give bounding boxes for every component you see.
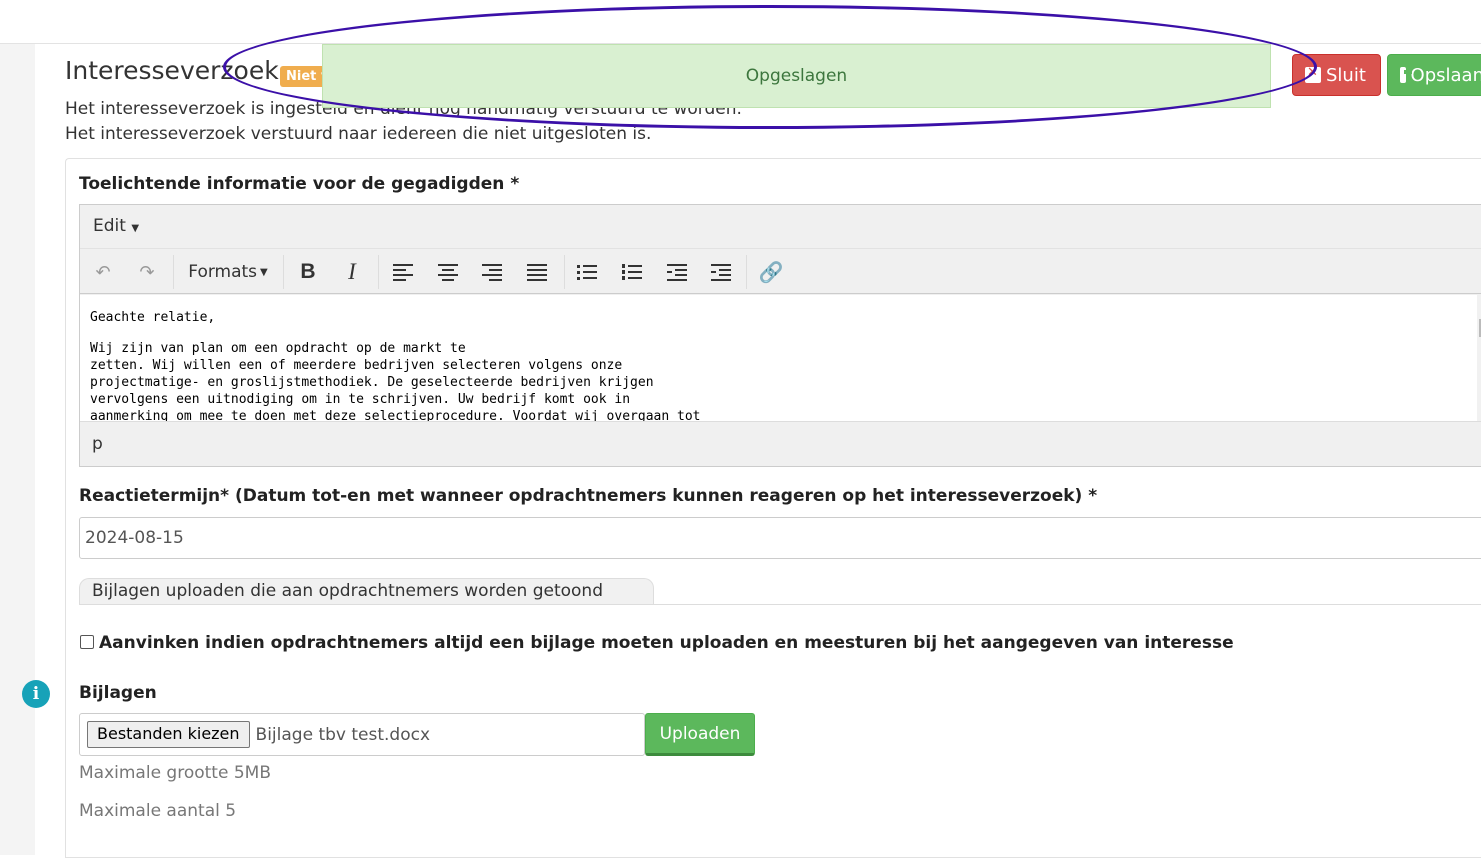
- indent-icon[interactable]: [708, 259, 734, 285]
- saved-notification-text: Opgeslagen: [745, 66, 848, 86]
- undo-icon[interactable]: ↶: [90, 259, 116, 285]
- top-bar: [0, 0, 1481, 44]
- toolbar-separator: [173, 255, 174, 289]
- selected-file-name: Bijlage tbv test.docx: [255, 724, 431, 745]
- toolbar-separator: [746, 255, 747, 289]
- numbered-list-icon[interactable]: [619, 259, 645, 285]
- info-field-label: Toelichtende informatie voor de gegadigd…: [79, 174, 520, 194]
- align-center-icon[interactable]: [435, 259, 461, 285]
- tab-divider: [79, 604, 1481, 605]
- info-icon[interactable]: i: [22, 680, 50, 708]
- outdent-icon[interactable]: [664, 259, 690, 285]
- description-line-2: Het interesseverzoek verstuurd naar iede…: [65, 124, 652, 144]
- menu-edit-label: Edit: [93, 216, 126, 236]
- file-input[interactable]: Bestanden kiezen Bijlage tbv test.docx: [79, 713, 645, 756]
- editor-line: vervolgens een uitnodiging om in te schr…: [90, 392, 631, 407]
- formats-dropdown[interactable]: Formats ▼: [186, 259, 270, 285]
- max-count-hint: Maximale aantal 5: [79, 801, 237, 821]
- max-size-hint: Maximale grootte 5MB: [79, 763, 271, 783]
- reactietermijn-value: 2024-08-15: [85, 528, 184, 548]
- editor-scrollbar[interactable]: [1477, 295, 1481, 421]
- saved-notification: Opgeslagen: [322, 44, 1271, 108]
- toolbar-separator: [283, 255, 284, 289]
- editor-menubar: Edit ▼: [80, 205, 1481, 249]
- toolbar-separator: [564, 255, 565, 289]
- editor-line: aanmerking om mee te doen met deze selec…: [90, 409, 701, 421]
- save-icon: [1400, 67, 1412, 83]
- upload-button-label: Uploaden: [659, 723, 741, 744]
- chevron-down-icon: ▼: [131, 223, 140, 234]
- formats-label: Formats: [188, 262, 258, 282]
- editor-line: Wij zijn van plan om een opdracht op de …: [90, 341, 466, 356]
- editor-paragraph: Geachte relatie,: [90, 310, 216, 325]
- left-gutter: [0, 44, 35, 855]
- editor-line: zetten. Wij willen een of meerdere bedri…: [90, 358, 623, 373]
- editor-content[interactable]: Geachte relatie, Wij zijn van plan om ee…: [80, 295, 1477, 421]
- rich-text-editor: Edit ▼ ↶ ↷ Formats ▼ B I 🔗 Geachte relat…: [79, 204, 1481, 467]
- tab-label: Bijlagen uploaden die aan opdrachtnemers…: [92, 581, 603, 601]
- reactietermijn-label: Reactietermijn* (Datum tot-en met wannee…: [79, 486, 1098, 506]
- close-button[interactable]: Sluit: [1292, 54, 1381, 96]
- toolbar-separator: [378, 255, 379, 289]
- attachments-label: Bijlagen: [79, 683, 157, 703]
- editor-line: projectmatige- en groslijstmethodiek. De…: [90, 375, 654, 390]
- require-attachment-label[interactable]: Aanvinken indien opdrachtnemers altijd e…: [99, 633, 1234, 653]
- chevron-down-icon: ▼: [260, 266, 268, 278]
- editor-statusbar: p: [80, 421, 1481, 467]
- choose-files-button[interactable]: Bestanden kiezen: [87, 721, 250, 748]
- upload-button[interactable]: Uploaden: [645, 713, 755, 756]
- bullet-list-icon[interactable]: [574, 259, 600, 285]
- save-button-label: Opslaan: [1410, 64, 1481, 86]
- close-icon: [1305, 65, 1321, 83]
- tab-bijlagen-uploaden[interactable]: Bijlagen uploaden die aan opdrachtnemers…: [79, 578, 654, 605]
- close-button-label: Sluit: [1326, 64, 1366, 86]
- redo-icon[interactable]: ↷: [134, 259, 160, 285]
- align-left-icon[interactable]: [390, 259, 416, 285]
- menu-edit[interactable]: Edit ▼: [93, 216, 139, 236]
- save-button[interactable]: Opslaan: [1387, 54, 1481, 96]
- element-path[interactable]: p: [92, 434, 103, 454]
- align-right-icon[interactable]: [479, 259, 505, 285]
- page-title: Interesseverzoek: [65, 56, 279, 85]
- align-justify-icon[interactable]: [524, 259, 550, 285]
- italic-icon[interactable]: I: [339, 259, 365, 285]
- link-icon[interactable]: 🔗: [758, 259, 784, 285]
- reactietermijn-date-input[interactable]: 2024-08-15: [79, 517, 1481, 559]
- require-attachment-checkbox[interactable]: [80, 635, 94, 649]
- editor-toolbar: ↶ ↷ Formats ▼ B I 🔗: [80, 250, 1481, 294]
- bold-icon[interactable]: B: [295, 259, 321, 285]
